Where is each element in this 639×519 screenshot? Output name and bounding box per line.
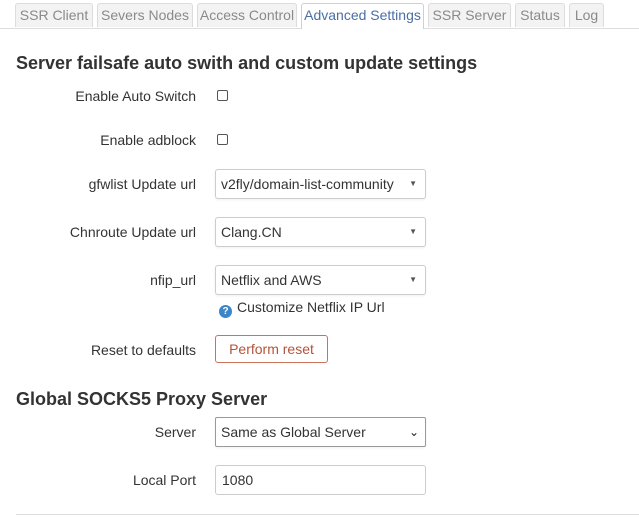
chevron-down-icon: ▼ [409,179,417,188]
chnroute-url-label: Chnroute Update url [69,224,196,240]
tab-status[interactable]: Status [515,3,565,27]
chevron-down-icon: ▼ [409,275,417,284]
adblock-label: Enable adblock [100,132,196,148]
chevron-down-icon: ▼ [409,227,417,236]
auto-switch-checkbox[interactable] [217,90,228,101]
divider [16,514,639,515]
reset-defaults-label: Reset to defaults [90,342,196,358]
nfip-url-value: Netflix and AWS [221,272,322,288]
local-port-input[interactable]: 1080 [215,465,426,495]
chnroute-url-value: Clang.CN [221,224,282,240]
tab-advanced-settings[interactable]: Advanced Settings [301,3,424,29]
tab-severs-nodes[interactable]: Severs Nodes [97,3,193,27]
nfip-help-text: Customize Netflix IP Url [237,299,385,315]
server-select[interactable]: Same as Global Server ⌄ [215,417,426,447]
gfwlist-url-label: gfwlist Update url [88,176,196,192]
tab-log[interactable]: Log [569,3,604,27]
tab-access-control[interactable]: Access Control [197,3,297,27]
adblock-checkbox[interactable] [217,134,228,145]
server-value: Same as Global Server [221,424,366,440]
section-title-failsafe: Server failsafe auto swith and custom up… [16,53,478,73]
perform-reset-button[interactable]: Perform reset [215,335,328,363]
chnroute-url-select[interactable]: Clang.CN ▼ [215,217,426,247]
tab-ssr-client[interactable]: SSR Client [15,3,93,27]
local-port-label: Local Port [132,472,196,488]
help-icon: ? [219,305,232,318]
auto-switch-label: Enable Auto Switch [75,88,196,104]
section-title-socks5: Global SOCKS5 Proxy Server [16,389,268,409]
gfwlist-url-select[interactable]: v2fly/domain-list-community ▼ [215,169,426,199]
nfip-url-label: nfip_url [150,272,196,288]
gfwlist-url-value: v2fly/domain-list-community [221,176,394,192]
server-label: Server [154,424,196,440]
nfip-url-select[interactable]: Netflix and AWS ▼ [215,265,426,295]
tab-bar: SSR Client Severs Nodes Access Control A… [0,0,639,29]
nfip-help: ? Customize Netflix IP Url [219,299,385,318]
tab-ssr-server[interactable]: SSR Server [428,3,511,27]
chevron-down-icon: ⌄ [408,425,419,439]
